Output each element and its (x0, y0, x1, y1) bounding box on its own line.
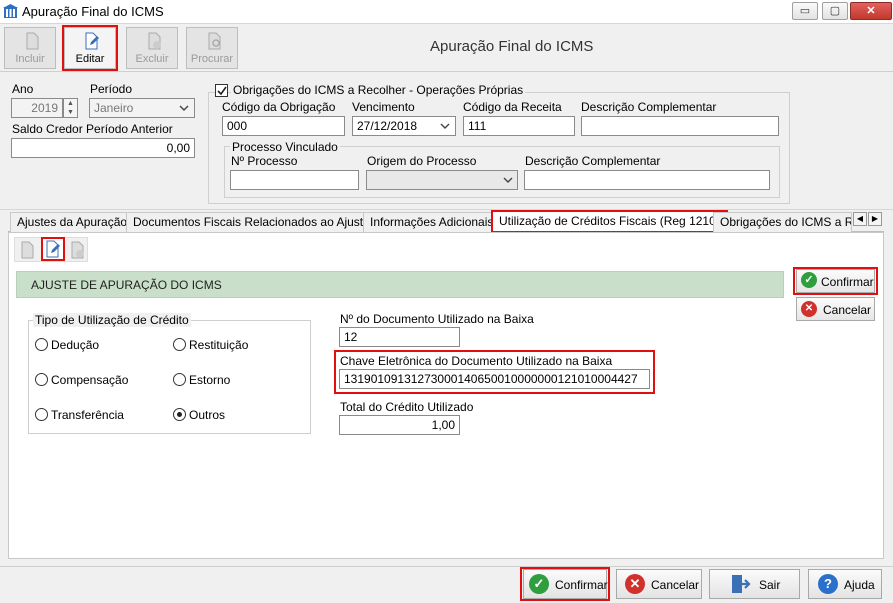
codigo-obrigacao-field[interactable]: 000 (222, 116, 345, 136)
radio-outros[interactable] (173, 408, 186, 421)
chevron-down-icon (503, 177, 513, 183)
periodo-label: Período (90, 82, 133, 96)
vencimento-label: Vencimento (352, 100, 415, 114)
edit-document-icon (46, 240, 60, 258)
panel-confirmar-label: Confirmar (821, 275, 874, 289)
ano-label: Ano (12, 82, 34, 96)
chevron-down-icon[interactable] (440, 122, 450, 130)
panel-delete-button[interactable] (67, 239, 87, 260)
edit-document-icon (85, 32, 99, 50)
descricao-field[interactable] (581, 116, 779, 136)
codigo-obrigacao-label: Código da Obrigação (222, 100, 336, 114)
editar-label: Editar (75, 53, 105, 65)
cancel-circle-icon: ✕ (801, 301, 817, 317)
panel-edit-button[interactable] (41, 237, 65, 261)
maximize-button[interactable]: ▢ (822, 2, 848, 20)
new-document-icon (21, 241, 34, 259)
numero-processo-label: Nº Processo (231, 154, 298, 168)
confirmar-label: Confirmar (555, 578, 608, 592)
close-button[interactable]: ✕ (850, 2, 892, 20)
ajuda-label: Ajuda (844, 578, 875, 592)
sair-button[interactable]: Sair (709, 569, 800, 599)
obrigacoes-checkbox[interactable] (215, 84, 228, 97)
radio-restituicao[interactable] (173, 338, 186, 351)
minimize-button[interactable]: ▭ (792, 2, 818, 20)
total-credito-field[interactable]: 1,00 (339, 415, 460, 435)
codigo-receita-label: Código da Receita (463, 100, 562, 114)
descricao-processo-field[interactable] (524, 170, 770, 190)
procurar-label: Procurar (190, 53, 234, 65)
radio-estorno[interactable] (173, 373, 186, 386)
delete-document-icon (148, 32, 161, 50)
cancelar-button[interactable]: ✕ Cancelar (616, 569, 702, 599)
numero-processo-field[interactable] (230, 170, 359, 190)
tipo-utilizacao-title: Tipo de Utilização de Crédito (33, 313, 191, 327)
documento-baixa-label: Nº do Documento Utilizado na Baixa (340, 312, 534, 326)
tab-informacoes[interactable]: Informações Adicionais (363, 212, 501, 232)
chave-label: Chave Eletrônica do Documento Utilizado … (340, 354, 613, 368)
cancelar-label: Cancelar (651, 578, 700, 592)
saldo-label: Saldo Credor Período Anterior (12, 122, 173, 136)
tab-documentos[interactable]: Documentos Fiscais Relacionados ao Ajust… (126, 212, 377, 232)
obrigacoes-title: Obrigações do ICMS a Recolher - Operaçõe… (231, 83, 526, 97)
ano-field[interactable]: 2019 (11, 98, 63, 118)
total-credito-label: Total do Crédito Utilizado (340, 400, 474, 414)
sair-label: Sair (759, 578, 781, 592)
compensacao-label: Compensação (51, 373, 129, 387)
descricao-processo-label: Descrição Complementar (525, 154, 661, 168)
delete-document-icon (71, 241, 84, 259)
confirmar-button[interactable]: ✓ Confirmar (523, 569, 608, 599)
app-icon (3, 4, 18, 18)
title-bar: Apuração Final do ICMS ▭ ▢ ✕ (0, 0, 893, 24)
processo-title: Processo Vinculado (230, 140, 340, 154)
radio-transferencia[interactable] (35, 408, 48, 421)
procurar-button[interactable]: Procurar (186, 27, 238, 69)
panel-new-button[interactable] (17, 239, 37, 260)
panel-confirmar-button[interactable]: ✓ Confirmar (796, 269, 875, 293)
cancel-circle-icon: ✕ (625, 574, 645, 594)
incluir-button[interactable]: Incluir (4, 27, 56, 69)
radio-deducao[interactable] (35, 338, 48, 351)
exit-door-icon (732, 575, 751, 593)
tab-scroll-left-icon[interactable]: ◀ (853, 212, 867, 226)
origem-processo-label: Origem do Processo (367, 154, 477, 168)
search-document-icon (208, 32, 221, 50)
page-heading: Apuração Final do ICMS (430, 38, 594, 55)
editar-button[interactable]: Editar (62, 25, 118, 71)
saldo-field[interactable]: 0,00 (11, 138, 195, 158)
codigo-receita-field[interactable]: 111 (463, 116, 575, 136)
excluir-button[interactable]: Excluir (126, 27, 178, 69)
estorno-label: Estorno (189, 373, 231, 387)
check-circle-icon: ✓ (529, 574, 549, 594)
tab-utilizacao-creditos[interactable]: Utilização de Créditos Fiscais (Reg 1210… (491, 210, 728, 233)
origem-processo-select[interactable] (366, 170, 518, 190)
restituicao-label: Restituição (189, 338, 249, 352)
descricao-label: Descrição Complementar (581, 100, 717, 114)
new-document-icon (26, 32, 39, 50)
panel-cancelar-label: Cancelar (823, 303, 872, 317)
documento-baixa-field[interactable]: 12 (339, 327, 460, 347)
window-title: Apuração Final do ICMS (22, 4, 164, 19)
radio-compensacao[interactable] (35, 373, 48, 386)
tab-scroll-right-icon[interactable]: ▶ (868, 212, 882, 226)
deducao-label: Dedução (51, 338, 100, 352)
help-icon: ? (818, 574, 838, 594)
ajuste-header: AJUSTE DE APURAÇÃO DO ICMS (16, 271, 784, 298)
panel-cancelar-button[interactable]: ✕ Cancelar (796, 297, 875, 321)
check-icon (217, 86, 227, 96)
chave-field[interactable]: 1319010913127300014065001000000012101000… (339, 369, 650, 389)
excluir-label: Excluir (135, 53, 169, 65)
outros-label: Outros (189, 408, 226, 422)
chevron-down-icon (179, 105, 189, 111)
incluir-label: Incluir (15, 53, 45, 65)
tab-obrigacoes[interactable]: Obrigações do ICMS a Rec (713, 212, 852, 232)
ajuda-button[interactable]: ? Ajuda (808, 569, 882, 599)
toolbar: Incluir Editar Excluir Procurar Apuração… (0, 24, 893, 72)
ajuste-header-text: AJUSTE DE APURAÇÃO DO ICMS (31, 278, 222, 292)
transferencia-label: Transferência (51, 408, 124, 422)
tab-ajustes[interactable]: Ajustes da Apuração (10, 212, 135, 232)
check-circle-icon: ✓ (801, 272, 817, 288)
ano-spinner[interactable]: ▲ ▼ (63, 98, 78, 118)
